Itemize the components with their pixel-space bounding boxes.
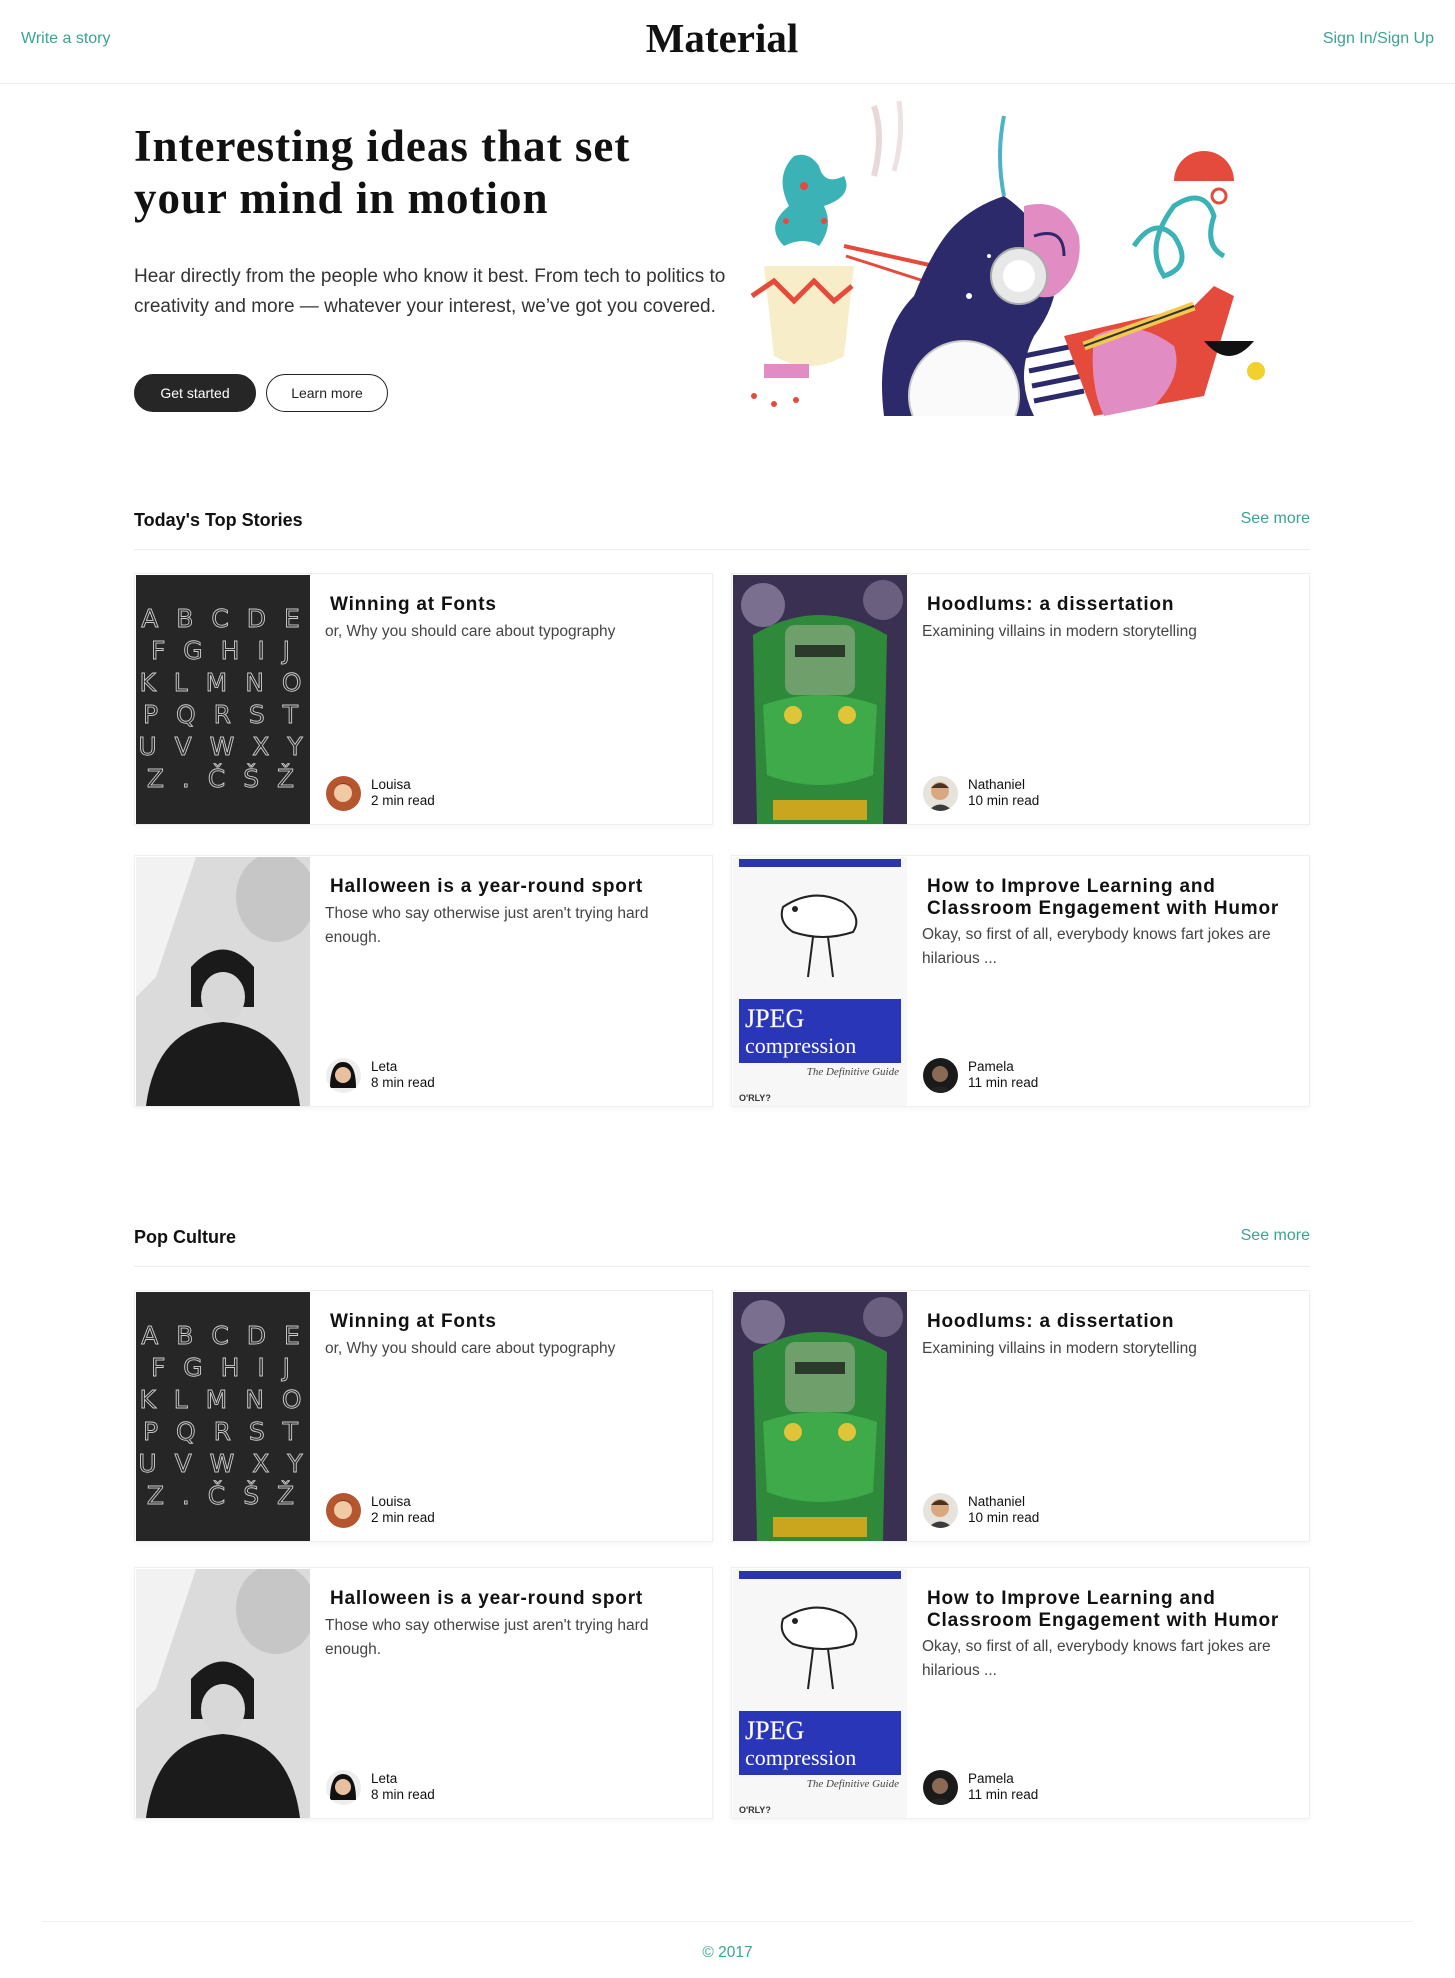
story-card[interactable]: A B C D E F G H I J K L M N O P Q R S T … bbox=[134, 1290, 713, 1542]
story-title[interactable]: Halloween is a year-round sport bbox=[330, 876, 700, 898]
hero-description: Hear directly from the people who know i… bbox=[134, 266, 726, 317]
alphabet-row: U V W X Y bbox=[138, 1449, 307, 1478]
section-title: Pop Culture bbox=[134, 1227, 236, 1247]
alphabet-row: K L M N O bbox=[139, 668, 306, 697]
author-name[interactable]: Leta bbox=[371, 1059, 397, 1074]
story-subtitle: Those who say otherwise just aren't tryi… bbox=[325, 1617, 649, 1658]
hero-title-line1: Interesting ideas that set bbox=[134, 121, 631, 171]
author-avatar bbox=[923, 1058, 958, 1093]
author-name[interactable]: Nathaniel bbox=[968, 1494, 1025, 1509]
section-header-top-stories: Today's Top Stories See more bbox=[134, 510, 1310, 550]
read-time: 11 min read bbox=[968, 1787, 1039, 1802]
book-cover-publisher: O'RLY? bbox=[739, 1093, 771, 1103]
alphabet-row: F G H I J bbox=[151, 636, 295, 665]
section-header-pop-culture: Pop Culture See more bbox=[134, 1227, 1310, 1267]
signin-link[interactable]: Sign In/Sign Up bbox=[1323, 30, 1434, 48]
read-time: 8 min read bbox=[371, 1787, 435, 1802]
copyright-text: © 2017 bbox=[702, 1944, 753, 1961]
author-avatar bbox=[923, 776, 958, 811]
learn-more-button[interactable]: Learn more bbox=[266, 374, 388, 412]
author-avatar bbox=[326, 1058, 361, 1093]
story-subtitle: or, Why you should care about typography bbox=[325, 1340, 616, 1357]
section-title: Today's Top Stories bbox=[134, 510, 303, 530]
alphabet-row: A B C D E bbox=[141, 1321, 305, 1350]
alphabet-row: Z . Č Š Ž bbox=[147, 763, 299, 793]
book-cover-publisher: O'RLY? bbox=[739, 1805, 771, 1815]
footer: © 2017 bbox=[42, 1921, 1413, 1978]
hero-title: Interesting ideas that set your mind in … bbox=[134, 120, 734, 224]
story-card[interactable]: Hoodlums: a dissertation Examining villa… bbox=[731, 573, 1310, 825]
villain-comic-image bbox=[733, 575, 907, 824]
story-title[interactable]: How to Improve Learning and Classroom En… bbox=[927, 876, 1297, 920]
author-name[interactable]: Pamela bbox=[968, 1059, 1014, 1074]
author-name[interactable]: Leta bbox=[371, 1771, 397, 1786]
author-name[interactable]: Nathaniel bbox=[968, 777, 1025, 792]
read-time: 10 min read bbox=[968, 793, 1040, 808]
story-subtitle: or, Why you should care about typography bbox=[325, 623, 616, 640]
book-cover-title: JPEG bbox=[745, 1716, 804, 1745]
podcast-illustration bbox=[734, 96, 1274, 416]
alphabet-row: K L M N O bbox=[139, 1385, 306, 1414]
story-subtitle: Examining villains in modern storytellin… bbox=[922, 623, 1197, 640]
alphabet-row: F G H I J bbox=[151, 1353, 295, 1382]
alphabet-row: Z . Č Š Ž bbox=[147, 1480, 299, 1510]
story-title[interactable]: Winning at Fonts bbox=[330, 1311, 700, 1333]
jpeg-book-cover-image: JPEG compression The Definitive Guide O'… bbox=[733, 857, 907, 1106]
vintage-portrait-image bbox=[136, 857, 310, 1106]
author-name[interactable]: Pamela bbox=[968, 1771, 1014, 1786]
author-avatar bbox=[326, 1493, 361, 1528]
story-subtitle: Okay, so first of all, everybody knows f… bbox=[922, 926, 1271, 967]
get-started-button[interactable]: Get started bbox=[134, 374, 256, 412]
alphabet-row: P Q R S T bbox=[143, 700, 303, 729]
author-name[interactable]: Louisa bbox=[371, 777, 411, 792]
story-card[interactable]: JPEG compression The Definitive Guide O'… bbox=[731, 855, 1310, 1107]
read-time: 11 min read bbox=[968, 1075, 1039, 1090]
see-more-link[interactable]: See more bbox=[1241, 510, 1310, 528]
story-title[interactable]: Halloween is a year-round sport bbox=[330, 1588, 700, 1610]
story-subtitle: Those who say otherwise just aren't tryi… bbox=[325, 905, 649, 946]
book-cover-title: compression bbox=[745, 1745, 856, 1770]
book-cover-subtitle: The Definitive Guide bbox=[807, 1066, 899, 1078]
author-avatar bbox=[923, 1770, 958, 1805]
story-card[interactable]: JPEG compression The Definitive Guide O'… bbox=[731, 1567, 1310, 1819]
vintage-portrait-image bbox=[136, 1569, 310, 1818]
book-cover-subtitle: The Definitive Guide bbox=[807, 1778, 899, 1790]
book-cover-title: compression bbox=[745, 1033, 856, 1058]
read-time: 8 min read bbox=[371, 1075, 435, 1090]
alphabet-image: A B C D E F G H I J K L M N O P Q R S T … bbox=[136, 575, 310, 824]
read-time: 2 min read bbox=[371, 1510, 435, 1525]
story-card[interactable]: Halloween is a year-round sport Those wh… bbox=[134, 855, 713, 1107]
read-time: 2 min read bbox=[371, 793, 435, 808]
story-title[interactable]: Hoodlums: a dissertation bbox=[927, 594, 1297, 616]
author-name[interactable]: Louisa bbox=[371, 1494, 411, 1509]
story-card[interactable]: Hoodlums: a dissertation Examining villa… bbox=[731, 1290, 1310, 1542]
author-avatar bbox=[923, 1493, 958, 1528]
jpeg-book-cover-image: JPEG compression The Definitive Guide O'… bbox=[733, 1569, 907, 1818]
story-subtitle: Examining villains in modern storytellin… bbox=[922, 1340, 1197, 1357]
story-card[interactable]: A B C D E F G H I J K L M N O P Q R S T … bbox=[134, 573, 713, 825]
story-title[interactable]: How to Improve Learning and Classroom En… bbox=[927, 1588, 1297, 1632]
alphabet-image: A B C D E F G H I J K L M N O P Q R S T … bbox=[136, 1292, 310, 1541]
hero-title-line2: your mind in motion bbox=[134, 173, 549, 223]
brand-logo[interactable]: Material bbox=[0, 14, 1444, 62]
villain-comic-image bbox=[733, 1292, 907, 1541]
book-cover-title: JPEG bbox=[745, 1004, 804, 1033]
see-more-link[interactable]: See more bbox=[1241, 1227, 1310, 1245]
story-title[interactable]: Winning at Fonts bbox=[330, 594, 700, 616]
story-title[interactable]: Hoodlums: a dissertation bbox=[927, 1311, 1297, 1333]
author-avatar bbox=[326, 1770, 361, 1805]
alphabet-row: P Q R S T bbox=[143, 1417, 303, 1446]
top-nav: Write a story Material Sign In/Sign Up bbox=[0, 0, 1455, 84]
story-subtitle: Okay, so first of all, everybody knows f… bbox=[922, 1638, 1271, 1679]
read-time: 10 min read bbox=[968, 1510, 1040, 1525]
author-avatar bbox=[326, 776, 361, 811]
alphabet-row: U V W X Y bbox=[138, 732, 307, 761]
alphabet-row: A B C D E bbox=[141, 604, 305, 633]
story-card[interactable]: Halloween is a year-round sport Those wh… bbox=[134, 1567, 713, 1819]
